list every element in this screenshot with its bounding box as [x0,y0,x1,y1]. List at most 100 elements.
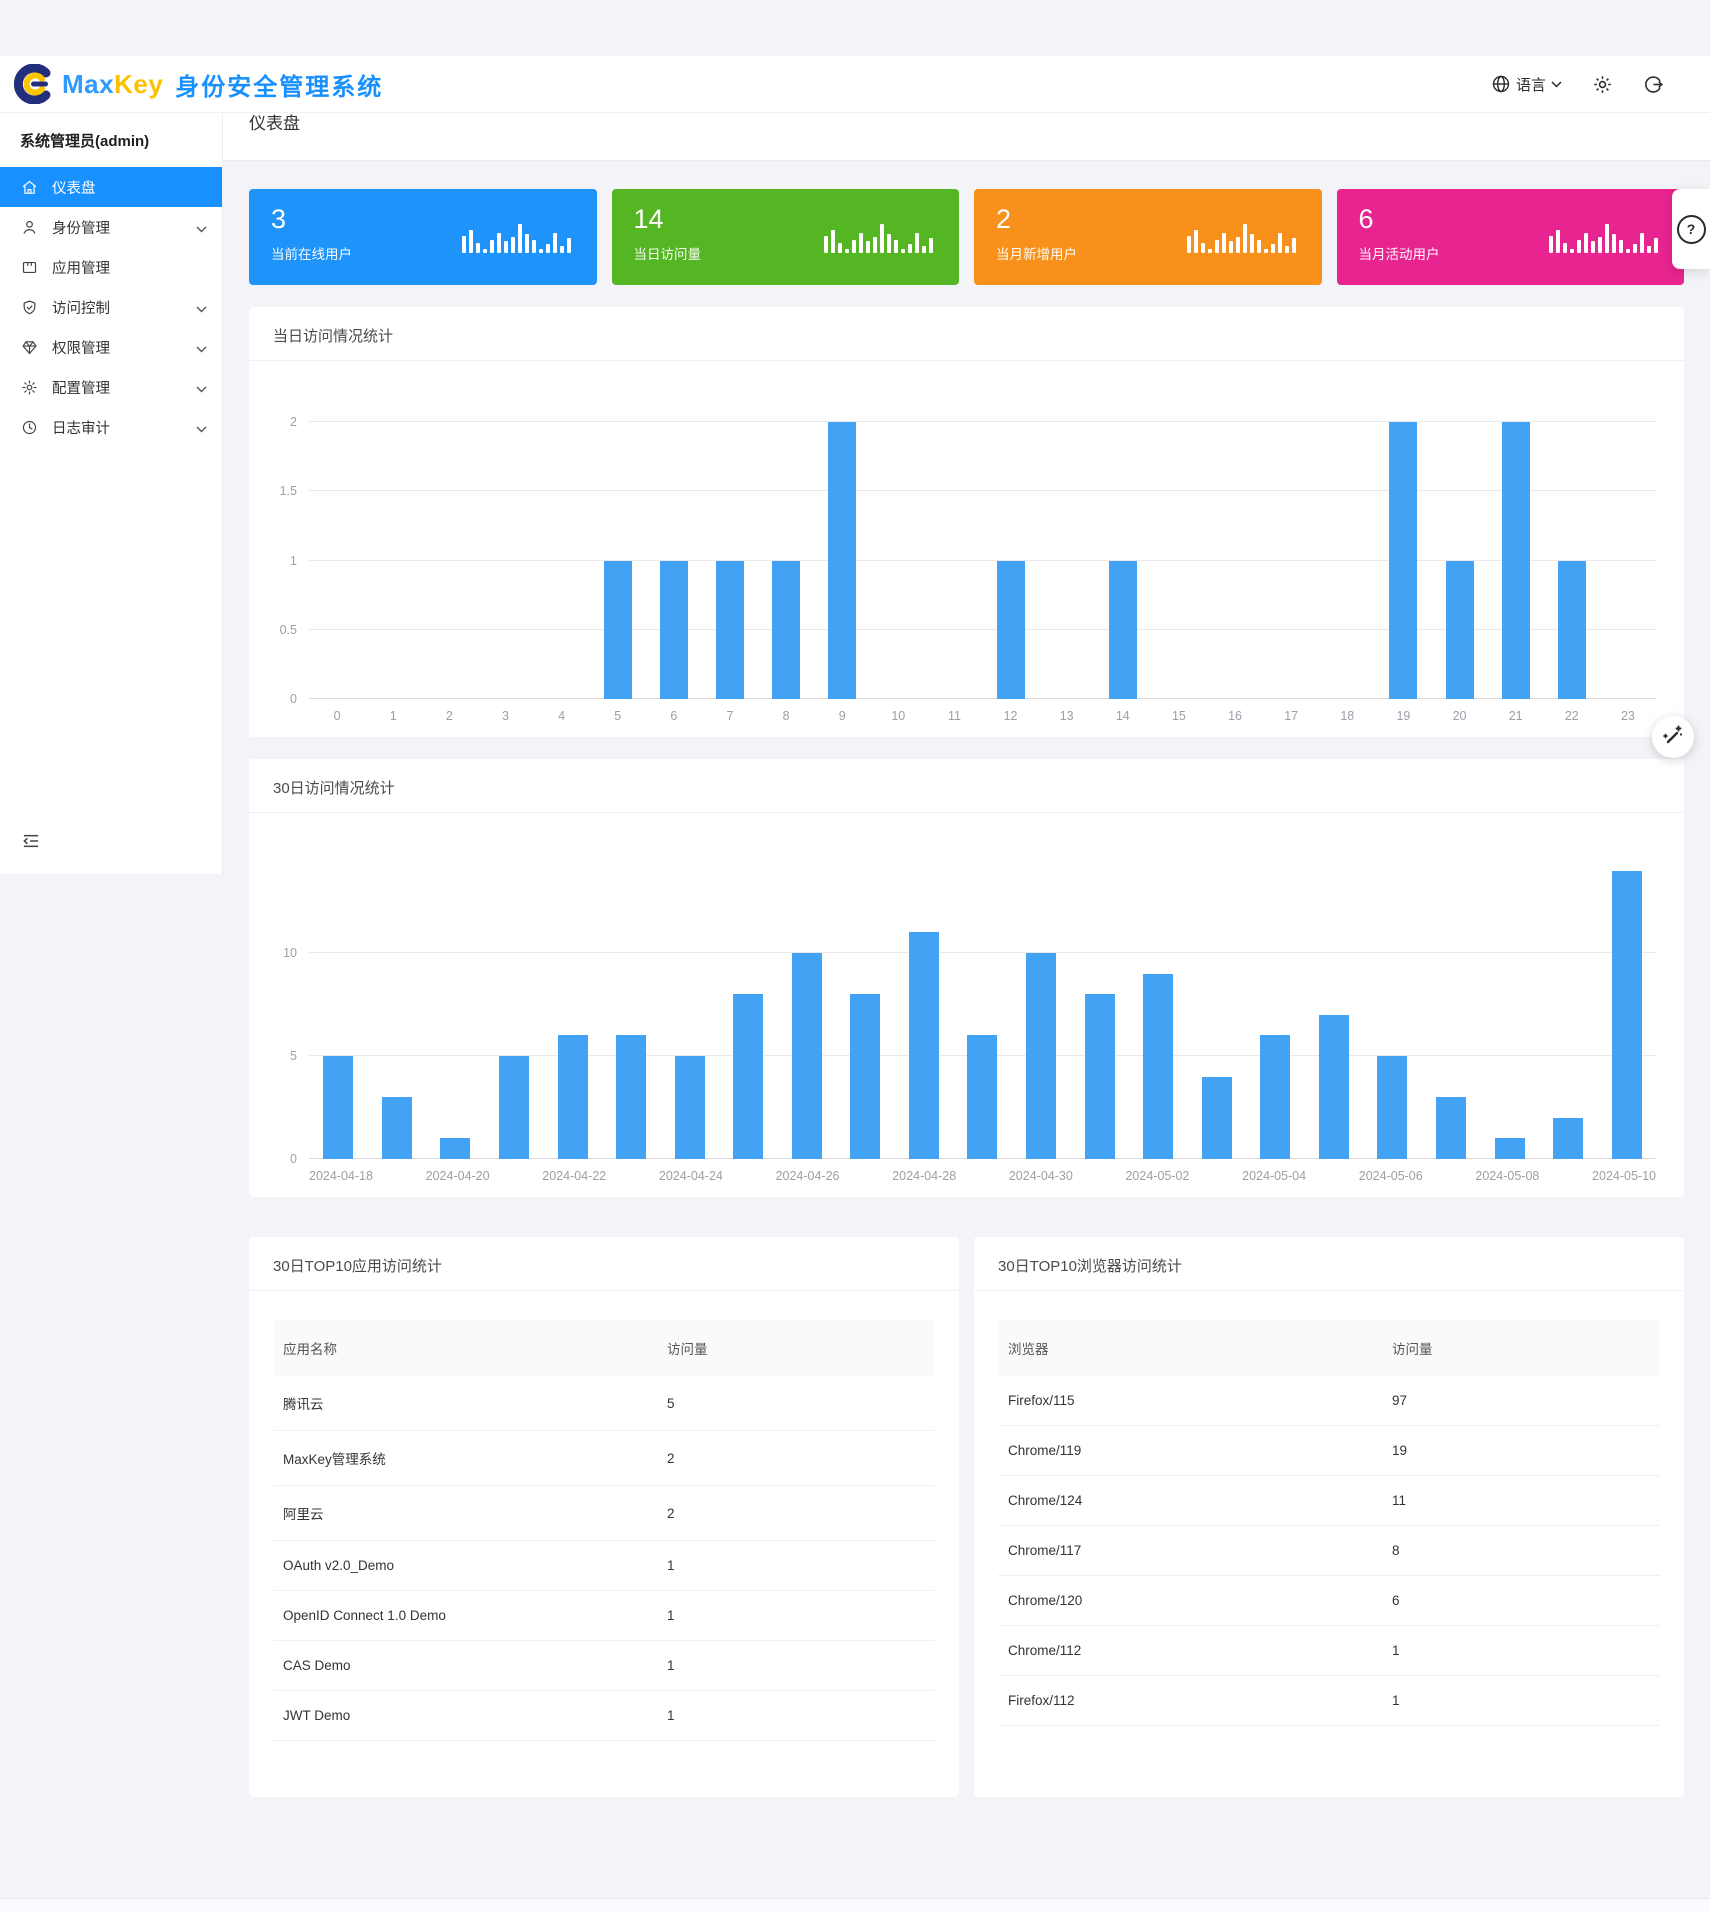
bar [909,932,939,1159]
panel-head: 30日访问情况统计 [249,759,1684,813]
y-tick-label: 1 [290,554,297,568]
bar-slot [758,389,814,699]
bar-slot [983,389,1039,699]
bar [1495,1138,1525,1159]
x-tick-label: 8 [758,709,814,727]
mini-bar-chart-icon [462,221,571,253]
bar-slot [1012,841,1071,1159]
y-tick-label: 0 [290,692,297,706]
sidebar-item-label: 访问控制 [52,297,110,318]
theme-wand-button[interactable] [1652,716,1694,758]
bar-slot [1539,841,1598,1159]
x-tick-label [1073,1169,1126,1187]
x-tick-label: 16 [1207,709,1263,727]
bar-slot [1600,389,1656,699]
sidebar-item-identity[interactable]: 身份管理 [0,207,222,247]
bar-slot [1319,389,1375,699]
x-axis: 2024-04-182024-04-202024-04-222024-04-24… [263,1169,1656,1187]
cell-visits: 2 [657,1486,935,1541]
x-tick-label: 15 [1151,709,1207,727]
cell-visits: 1 [657,1691,935,1741]
bar [1143,974,1173,1159]
bar [604,561,632,699]
chart-body: 21.510.50 012345678910111213141516171819… [249,361,1684,737]
bar-slot [895,841,954,1159]
cell-visits: 19 [1382,1426,1660,1476]
x-tick-label: 6 [646,709,702,727]
globe-icon [1491,74,1511,94]
cell-name: Chrome/124 [998,1476,1382,1526]
x-tick-label [1539,1169,1592,1187]
bar [1436,1097,1466,1159]
sidebar: 系统管理员(admin) 仪表盘身份管理应用管理访问控制权限管理配置管理日志审计 [0,112,223,874]
bar-slot [1363,841,1422,1159]
bar-slot [778,841,837,1159]
gear-icon [1592,74,1613,95]
x-tick-label: 2024-04-20 [426,1169,490,1187]
x-tick-label [840,1169,893,1187]
stat-card-3: 2当月新增用户 [974,189,1322,285]
panel-title: 30日TOP10应用访问统计 [273,1255,935,1276]
bar-slot [1432,389,1488,699]
settings-button[interactable] [1592,74,1613,95]
x-tick-label: 2024-05-08 [1475,1169,1539,1187]
y-tick-label: 1.5 [280,484,297,498]
table-row: Firefox/1121 [998,1676,1660,1726]
bars [309,389,1656,699]
x-tick-label: 1 [365,709,421,727]
help-button[interactable]: ? [1672,189,1710,269]
x-tick-label [606,1169,659,1187]
cell-name: Firefox/115 [998,1376,1382,1426]
bar-slot [836,841,895,1159]
bar-slot [1070,841,1129,1159]
cell-name: MaxKey管理系统 [273,1431,657,1486]
plot-area [309,389,1656,699]
x-tick-label: 20 [1432,709,1488,727]
sidebar-item-dashboard[interactable]: 仪表盘 [0,167,222,207]
table-row: 腾讯云5 [273,1376,935,1431]
sidebar-item-label: 日志审计 [52,417,110,438]
cell-visits: 1 [657,1641,935,1691]
bar-slot [814,389,870,699]
logout-button[interactable] [1643,74,1664,95]
cell-name: Chrome/117 [998,1526,1382,1576]
x-tick-label: 7 [702,709,758,727]
help-icon: ? [1677,215,1706,244]
y-tick-label: 5 [290,1049,297,1063]
mini-bar-chart-icon [1187,221,1296,253]
bar [1202,1077,1232,1159]
sidebar-collapse-button[interactable] [22,833,40,854]
bar-slot [719,841,778,1159]
x-tick-label: 2024-04-28 [892,1169,956,1187]
sidebar-item-config[interactable]: 配置管理 [0,367,222,407]
sidebar-item-audit[interactable]: 日志审计 [0,407,222,447]
app-title: 身份安全管理系统 [175,67,383,102]
sidebar-item-label: 应用管理 [52,257,110,278]
language-label: 语言 [1516,74,1546,95]
language-switcher[interactable]: 语言 [1491,74,1562,95]
x-tick-label: 21 [1488,709,1544,727]
stat-card-2: 14当日访问量 [612,189,960,285]
bar-slot [421,389,477,699]
sidebar-item-permission[interactable]: 权限管理 [0,327,222,367]
x-tick-label [1306,1169,1359,1187]
bar-slot [1187,841,1246,1159]
sidebar-item-apps[interactable]: 应用管理 [0,247,222,287]
y-tick-label: 0 [290,1152,297,1166]
x-tick-label: 2024-04-24 [659,1169,723,1187]
x-tick-label: 2024-05-10 [1592,1169,1656,1187]
x-tick-label: 2024-04-30 [1009,1169,1073,1187]
cell-name: 腾讯云 [273,1376,657,1431]
sidebar-user-label: 系统管理员(admin) [0,112,222,167]
x-tick-label: 23 [1600,709,1656,727]
y-tick-label: 0.5 [280,623,297,637]
bar [997,561,1025,699]
x-tick-label: 2024-05-06 [1359,1169,1423,1187]
table-header-row: 应用名称访问量 [273,1320,935,1376]
monthly-visits-chart-panel: 30日访问情况统计 1050 2024-04-182024-04-202024-… [249,759,1684,1197]
sidebar-item-label: 权限管理 [52,337,110,358]
bar-slot [1246,841,1305,1159]
sidebar-item-access[interactable]: 访问控制 [0,287,222,327]
gear-icon [21,378,39,396]
x-tick-label: 2024-04-26 [776,1169,840,1187]
